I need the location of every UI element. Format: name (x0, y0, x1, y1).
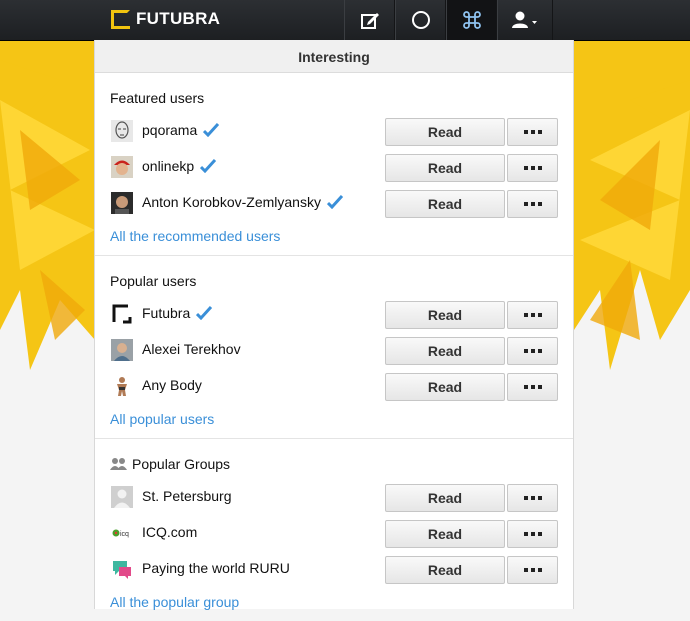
read-button[interactable]: Read (385, 556, 505, 584)
list-item: Futubra Read (95, 296, 573, 332)
compose-button[interactable] (344, 0, 395, 40)
read-button[interactable]: Read (385, 373, 505, 401)
user-menu-button[interactable] (497, 0, 553, 40)
user-name[interactable]: Alexei Terekhov (142, 341, 241, 357)
section-title: Popular users (110, 273, 197, 289)
all-recommended-users-link[interactable]: All the recommended users (95, 221, 573, 255)
compose-icon (360, 13, 379, 29)
photo-avatar[interactable] (111, 192, 133, 214)
read-button[interactable]: Read (385, 520, 505, 548)
user-name[interactable]: Any Body (142, 377, 202, 393)
circle-button[interactable] (395, 0, 446, 40)
read-button[interactable]: Read (385, 484, 505, 512)
more-options-button[interactable] (507, 484, 558, 512)
verified-check-icon (196, 306, 213, 320)
more-options-button[interactable] (507, 337, 558, 365)
more-options-button[interactable] (507, 118, 558, 146)
more-options-button[interactable] (507, 373, 558, 401)
list-item: Anton Korobkov-Zemlyansky Read (95, 185, 573, 221)
futubra-logo-avatar[interactable] (111, 303, 133, 325)
icq-logo-avatar[interactable]: icq (111, 522, 133, 544)
verified-check-icon (200, 159, 217, 173)
read-button[interactable]: Read (385, 301, 505, 329)
user-name[interactable]: pqorama (142, 122, 220, 138)
placeholder-avatar[interactable] (111, 486, 133, 508)
user-name[interactable]: onlinekp (142, 158, 217, 174)
verified-check-icon (326, 195, 343, 209)
svg-text:icq: icq (120, 531, 129, 538)
group-name[interactable]: ICQ.com (142, 524, 197, 540)
read-button[interactable]: Read (385, 337, 505, 365)
futubra-logo-icon (111, 9, 130, 29)
group-icon (110, 458, 127, 470)
popular-groups-section: Popular Groups St. Petersburg Read icq I… (95, 439, 573, 621)
command-icon (462, 11, 481, 29)
user-name[interactable]: Anton Korobkov-Zemlyansky (142, 194, 343, 210)
list-item: St. Petersburg Read (95, 479, 573, 515)
more-options-button[interactable] (507, 154, 558, 182)
more-options-button[interactable] (507, 556, 558, 584)
all-popular-groups-link[interactable]: All the popular group (95, 587, 573, 621)
group-name[interactable]: Paying the world RURU (142, 560, 290, 576)
section-title: Featured users (110, 90, 205, 106)
list-item: Alexei Terekhov Read (95, 332, 573, 368)
brand-logo[interactable]: FUTUBRA (111, 9, 220, 29)
popular-users-section: Popular users Futubra Read Alexei Terekh… (95, 256, 573, 439)
red-cap-avatar[interactable] (111, 156, 133, 178)
sketch-face-avatar[interactable] (111, 120, 133, 142)
list-item: Paying the world RURU Read (95, 551, 573, 587)
more-options-button[interactable] (507, 190, 558, 218)
read-button[interactable]: Read (385, 190, 505, 218)
featured-users-section: Featured users pqorama Read onlinekp Rea… (95, 73, 573, 256)
top-navigation-bar: FUTUBRA (0, 0, 690, 41)
read-button[interactable]: Read (385, 118, 505, 146)
more-options-button[interactable] (507, 520, 558, 548)
verified-check-icon (203, 123, 220, 137)
figure-avatar[interactable] (111, 375, 133, 397)
all-popular-users-link[interactable]: All popular users (95, 404, 573, 438)
list-item: onlinekp Read (95, 149, 573, 185)
top-nav (344, 0, 553, 40)
interesting-panel: Interesting Featured users pqorama Read … (94, 40, 574, 610)
more-options-button[interactable] (507, 301, 558, 329)
group-name[interactable]: St. Petersburg (142, 488, 232, 504)
brand-name: FUTUBRA (136, 9, 221, 28)
read-button[interactable]: Read (385, 154, 505, 182)
circle-icon (411, 11, 430, 29)
section-title: Popular Groups (95, 439, 573, 474)
user-name[interactable]: Futubra (142, 305, 213, 321)
chat-bubble-avatar[interactable] (111, 558, 133, 580)
interesting-nav-button[interactable] (446, 0, 497, 40)
list-item: pqorama Read (95, 113, 573, 149)
list-item: icq ICQ.com Read (95, 515, 573, 551)
photo-avatar[interactable] (111, 339, 133, 361)
page-title: Interesting (95, 40, 573, 73)
user-menu-icon (512, 11, 537, 28)
list-item: Any Body Read (95, 368, 573, 404)
